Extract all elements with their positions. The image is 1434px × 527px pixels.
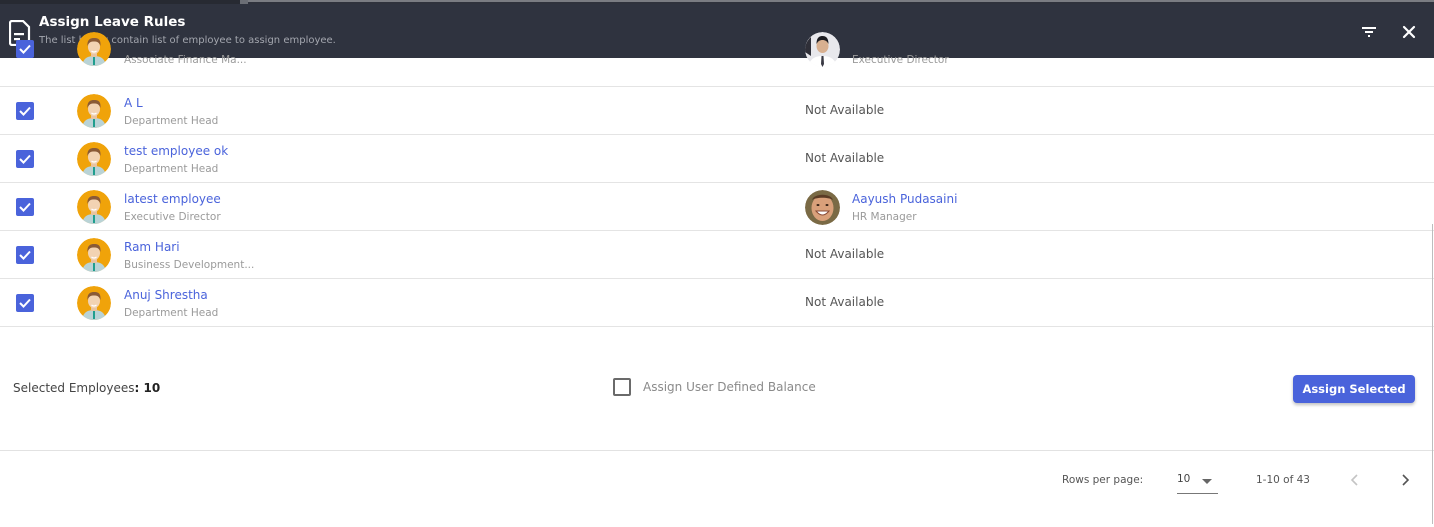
dialog-title: Assign Leave Rules	[39, 14, 186, 30]
selected-employees-count: Selected Employees: 10	[13, 381, 161, 395]
row-checkbox[interactable]	[16, 246, 34, 264]
employee-name[interactable]: Ram Hari	[124, 240, 180, 254]
employee-name[interactable]: test employee ok	[124, 144, 228, 158]
employee-role: Associate Finance Ma...	[124, 54, 247, 66]
manager-not-available: Not Available	[805, 295, 885, 309]
user-defined-balance-label: Assign User Defined Balance	[643, 380, 816, 394]
employee-name[interactable]: A L	[124, 96, 143, 110]
employee-role: Department Head	[124, 163, 219, 175]
employee-avatar	[77, 142, 111, 176]
employee-row[interactable]: A L Department Head Not Available	[0, 87, 1434, 135]
row-checkbox[interactable]	[16, 150, 34, 168]
user-defined-balance-checkbox[interactable]	[613, 378, 631, 396]
employee-avatar	[77, 94, 111, 128]
pagination-range: 1-10 of 43	[1256, 474, 1310, 486]
row-checkbox[interactable]	[16, 102, 34, 120]
manager-role: Executive Director	[852, 54, 949, 66]
employee-row[interactable]: Associate Finance Ma... Executive Direct…	[0, 32, 1434, 87]
caret-down-icon	[1202, 479, 1212, 484]
selected-employees-value: 10	[143, 381, 161, 395]
employee-role: Department Head	[124, 307, 219, 319]
rows-per-page-label: Rows per page:	[1062, 474, 1144, 486]
row-checkbox[interactable]	[16, 198, 34, 216]
manager-avatar	[805, 32, 840, 67]
scrollbar[interactable]	[1432, 224, 1433, 524]
chevron-right-icon[interactable]	[1396, 470, 1414, 490]
manager-not-available: Not Available	[805, 103, 885, 117]
selected-employees-label: Selected Employees	[13, 381, 135, 395]
employee-role: Department Head	[124, 115, 219, 127]
manager-role: HR Manager	[852, 211, 917, 223]
employee-row[interactable]: test employee ok Department Head Not Avail…	[0, 135, 1434, 183]
employee-avatar	[77, 286, 111, 320]
employee-row[interactable]: Anuj Shrestha Department Head Not Availabl…	[0, 279, 1434, 327]
employee-avatar	[77, 190, 111, 224]
employee-row[interactable]: Ram Hari Business Development... Not Avail…	[0, 231, 1434, 279]
close-icon[interactable]	[1400, 23, 1418, 41]
filter-icon[interactable]	[1360, 24, 1378, 40]
rows-per-page-select[interactable]: 10	[1177, 470, 1218, 494]
employee-avatar	[77, 32, 111, 66]
manager-not-available: Not Available	[805, 151, 885, 165]
row-checkbox[interactable]	[16, 294, 34, 312]
employee-name[interactable]: Anuj Shrestha	[124, 288, 208, 302]
rows-per-page-value: 10	[1177, 473, 1191, 485]
employee-role: Business Development...	[124, 259, 255, 271]
row-checkbox[interactable]	[16, 40, 34, 58]
employee-role: Executive Director	[124, 211, 221, 223]
employee-avatar	[77, 238, 111, 272]
employee-name[interactable]: latest employee	[124, 192, 221, 206]
manager-not-available: Not Available	[805, 247, 885, 261]
manager-name[interactable]: Aayush Pudasaini	[852, 192, 957, 206]
chevron-left-icon[interactable]	[1346, 470, 1364, 490]
manager-avatar	[805, 190, 840, 225]
assign-selected-button[interactable]: Assign Selected	[1293, 375, 1415, 403]
employee-row[interactable]: latest employee Executive Director Aayush…	[0, 183, 1434, 231]
divider	[0, 450, 1434, 451]
